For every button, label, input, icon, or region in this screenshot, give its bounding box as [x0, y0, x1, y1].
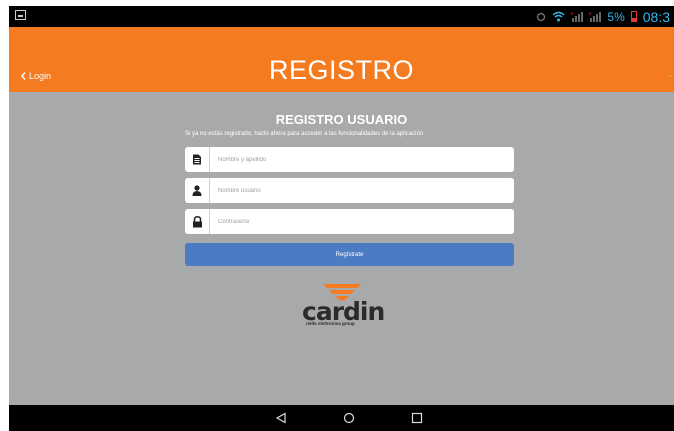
register-button-label: Regístrate: [335, 251, 364, 258]
password-input[interactable]: [210, 209, 514, 234]
svg-text:x: x: [589, 11, 592, 17]
register-button[interactable]: Regístrate: [185, 243, 514, 266]
logo-tagline: riello elettronica group: [306, 321, 355, 326]
status-indicators: x x 5% 08:3: [536, 8, 670, 25]
wifi-icon: [552, 11, 565, 22]
back-icon[interactable]: [271, 408, 291, 428]
page-title: REGISTRO: [268, 55, 414, 85]
app-header: Login REGISTRO ·: [9, 27, 674, 92]
gallery-notification-icon: [15, 10, 26, 20]
status-bar: x x 5% 08:3: [9, 6, 674, 27]
document-icon: [185, 147, 210, 172]
overflow-indicator: ·: [668, 71, 672, 82]
form-subtitle: Si ya no estás registrado, hazlo ahora p…: [185, 131, 424, 137]
battery-icon: [630, 11, 637, 22]
system-nav-bar: [9, 405, 674, 431]
sync-icon: [537, 12, 546, 21]
user-icon: [185, 178, 210, 203]
fullname-input[interactable]: [210, 147, 514, 172]
username-field: [185, 178, 514, 203]
cardin-logo: cardin riello elettronica group: [299, 283, 409, 333]
battery-percent: 5%: [607, 9, 625, 24]
lock-icon: [185, 209, 210, 234]
form-title: REGISTRO USUARIO: [275, 112, 408, 127]
fullname-field: [185, 147, 514, 172]
svg-text:x: x: [571, 11, 574, 17]
app-screen: x x 5% 08:3 Login REGISTRO · REGISTRO US…: [9, 6, 674, 431]
signal-1-icon: x: [571, 11, 584, 22]
recents-icon[interactable]: [407, 408, 427, 428]
clock: 08:3: [642, 8, 670, 25]
home-icon[interactable]: [339, 408, 359, 428]
username-input[interactable]: [210, 178, 514, 203]
password-field: [185, 209, 514, 234]
signal-2-icon: x: [589, 11, 602, 22]
